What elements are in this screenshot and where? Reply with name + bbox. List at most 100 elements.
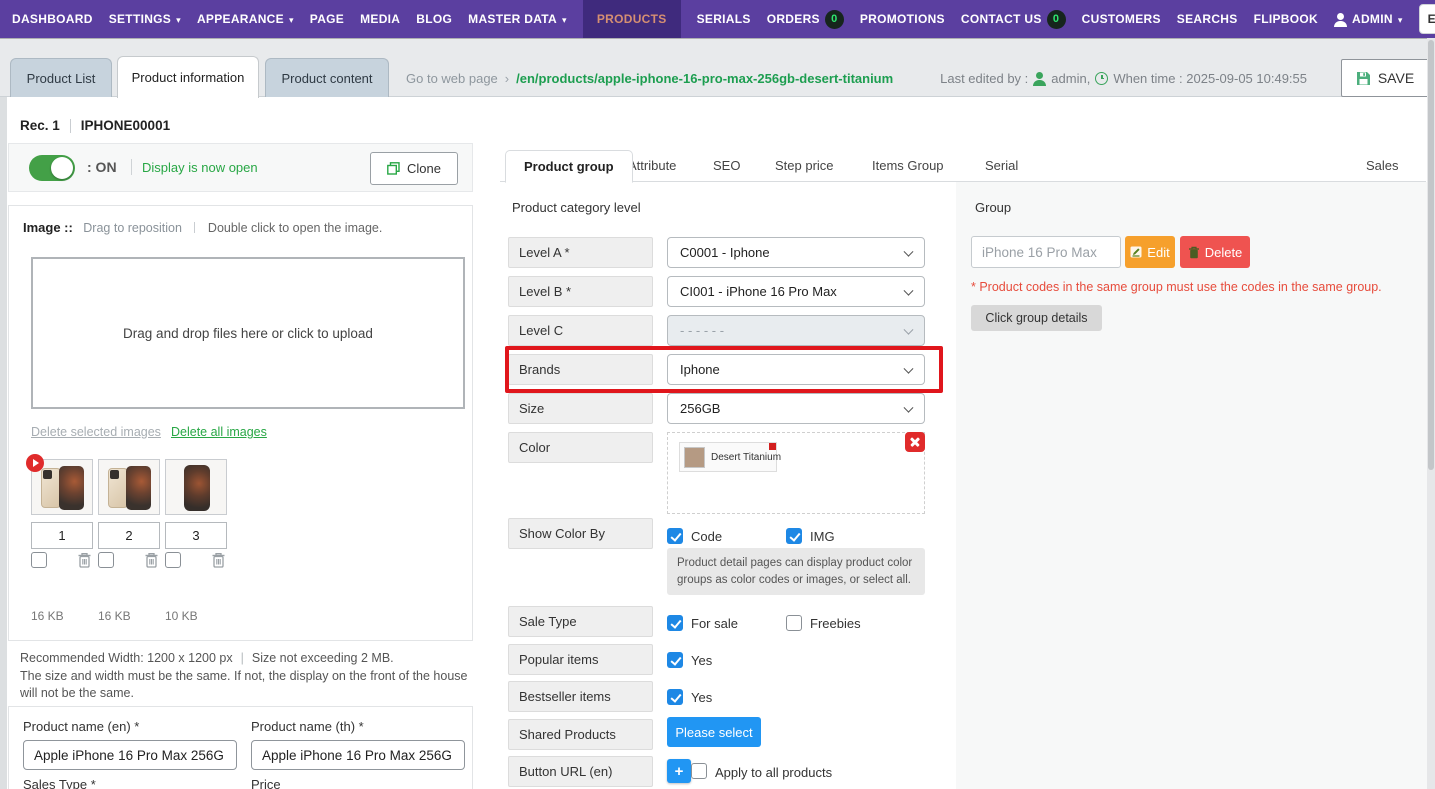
language-select[interactable]: EN <box>1418 4 1435 34</box>
user-icon <box>1033 72 1046 85</box>
last-edited-user: admin, <box>1051 71 1091 86</box>
nav-media[interactable]: MEDIA <box>360 0 400 38</box>
code-checkbox[interactable] <box>667 528 683 544</box>
product-names-card: Product name (en) * Product name (th) * … <box>8 706 473 789</box>
nav-page[interactable]: PAGE <box>310 0 344 38</box>
display-toggle[interactable] <box>29 155 75 181</box>
trash-icon <box>1188 246 1199 258</box>
phone-thumbnail-1[interactable] <box>26 454 93 515</box>
pencil-icon <box>1130 246 1142 258</box>
phone-thumbnail-3[interactable] <box>165 459 227 515</box>
apply-all-checkbox[interactable] <box>691 763 707 779</box>
color-selection-area: Desert Titanium <box>667 432 925 514</box>
tab-product-information[interactable]: Product information <box>117 56 259 98</box>
group-delete-button[interactable]: Delete <box>1180 236 1250 268</box>
popular-yes-option: Yes <box>667 652 712 668</box>
nav-admin[interactable]: ADMIN ▾ <box>1334 0 1403 38</box>
size-select[interactable]: 256GB <box>667 393 925 424</box>
nav-promotions[interactable]: PROMOTIONS <box>860 0 945 38</box>
nav-appearance[interactable]: APPEARANCE ▾ <box>197 0 294 38</box>
nav-blog[interactable]: BLOG <box>416 0 452 38</box>
dblclick-hint: Double click to open the image. <box>207 221 383 235</box>
nav-master-data[interactable]: MASTER DATA ▾ <box>468 0 567 38</box>
goto-label: Go to web page <box>406 71 498 86</box>
nav-flipbook[interactable]: FLIPBOOK <box>1254 0 1318 38</box>
image-order-input-1[interactable] <box>31 522 93 549</box>
save-button[interactable]: SAVE <box>1341 59 1429 97</box>
tab-sales[interactable]: Sales <box>1366 158 1399 173</box>
image-select-checkbox-1[interactable] <box>31 552 47 568</box>
image-header: Image :: Drag to reposition Double click… <box>23 220 382 235</box>
panel-tabs-border <box>500 181 1426 182</box>
save-floppy-icon <box>1356 71 1370 85</box>
nav-settings[interactable]: SETTINGS ▾ <box>109 0 181 38</box>
product-name-th-input[interactable] <box>251 740 465 770</box>
trash-icon[interactable] <box>144 552 159 568</box>
group-warning-note: * Product codes in the same group must u… <box>971 280 1382 294</box>
image-order-input-2[interactable] <box>98 522 160 549</box>
chevron-down-icon <box>903 246 914 257</box>
product-name-th-label: Product name (th) * <box>251 719 364 734</box>
nav-orders[interactable]: ORDERS 0 <box>767 0 844 38</box>
please-select-button[interactable]: Please select <box>667 717 761 747</box>
image-card: Image :: Drag to reposition Double click… <box>8 205 473 641</box>
nav-customers[interactable]: CUSTOMERS <box>1082 0 1161 38</box>
group-edit-button[interactable]: Edit <box>1125 236 1175 268</box>
bestseller-items-label: Bestseller items <box>508 681 653 712</box>
level-a-select[interactable]: C0001 - Iphone <box>667 237 925 268</box>
tab-attribute[interactable]: Attribute <box>628 158 676 173</box>
vertical-scrollbar[interactable] <box>1427 38 1435 789</box>
color-chip-desert-titanium[interactable]: Desert Titanium <box>679 442 781 472</box>
popular-items-label: Popular items <box>508 644 653 675</box>
caret-down-icon: ▾ <box>176 14 181 25</box>
nav-dashboard[interactable]: DASHBOARD <box>12 0 93 38</box>
level-a-label: Level A * <box>508 237 653 268</box>
tab-items-group[interactable]: Items Group <box>872 158 944 173</box>
brands-select[interactable]: Iphone <box>667 354 925 385</box>
scrollbar-thumb[interactable] <box>1428 40 1434 470</box>
image-select-checkbox-2[interactable] <box>98 552 114 568</box>
image-recommendation-note: The size and width must be the same. If … <box>20 669 468 700</box>
selected-corner-marker <box>769 443 776 450</box>
nav-searchs[interactable]: SEARCHS <box>1177 0 1238 38</box>
image-order-input-3[interactable] <box>165 522 227 549</box>
product-url-link[interactable]: /en/products/apple-iphone-16-pro-max-256… <box>516 71 893 86</box>
nav-products[interactable]: PRODUCTS <box>582 0 681 38</box>
tab-seo[interactable]: SEO <box>713 158 740 173</box>
tab-step-price[interactable]: Step price <box>775 158 834 173</box>
orders-count-badge: 0 <box>824 9 844 29</box>
sale-type-label: Sale Type <box>508 606 653 637</box>
image-recommendation-line: Recommended Width: 1200 x 1200 px | Size n… <box>20 651 394 665</box>
level-b-select[interactable]: CI001 - iPhone 16 Pro Max <box>667 276 925 307</box>
add-url-button[interactable]: + <box>667 759 691 783</box>
for-sale-checkbox[interactable] <box>667 615 683 631</box>
nav-contact-us[interactable]: CONTACT US 0 <box>961 0 1066 38</box>
bestseller-checkbox[interactable] <box>667 689 683 705</box>
group-details-button[interactable]: Click group details <box>971 305 1102 331</box>
chevron-down-icon <box>903 363 914 374</box>
file-size-1: 16 KB <box>31 609 64 623</box>
delete-selected-images-link[interactable]: Delete selected images <box>31 425 161 439</box>
image-select-checkbox-3[interactable] <box>165 552 181 568</box>
caret-down-icon: ▾ <box>562 14 567 25</box>
popular-checkbox[interactable] <box>667 652 683 668</box>
trash-icon[interactable] <box>211 552 226 568</box>
nav-serials[interactable]: SERIALS <box>697 0 751 38</box>
tab-serial[interactable]: Serial <box>985 158 1018 173</box>
left-gutter <box>0 97 7 789</box>
tab-product-list[interactable]: Product List <box>10 58 112 97</box>
group-name-input[interactable] <box>971 236 1121 268</box>
clone-button[interactable]: Clone <box>370 152 458 185</box>
img-checkbox[interactable] <box>786 528 802 544</box>
phone-thumbnail-2[interactable] <box>98 459 160 515</box>
divider <box>194 222 196 233</box>
tab-product-content[interactable]: Product content <box>265 58 389 97</box>
tab-product-group[interactable]: Product group <box>505 150 633 183</box>
image-dropzone[interactable]: Drag and drop files here or click to upl… <box>31 257 465 409</box>
freebies-checkbox[interactable] <box>786 615 802 631</box>
remove-color-button[interactable] <box>905 432 925 452</box>
delete-all-images-link[interactable]: Delete all images <box>171 425 267 439</box>
phone-image <box>41 468 61 508</box>
product-name-en-input[interactable] <box>23 740 237 770</box>
trash-icon[interactable] <box>77 552 92 568</box>
